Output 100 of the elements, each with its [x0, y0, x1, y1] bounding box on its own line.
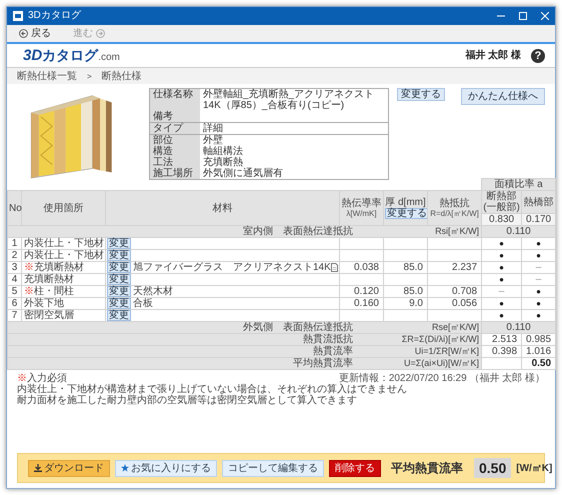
table-cell: 2.237 — [452, 262, 478, 273]
dot-mark: ● — [536, 311, 541, 320]
spec-label: 仕様名称 — [153, 89, 193, 100]
table-cell-text: 合板 — [133, 298, 154, 309]
column-header: 熱伝導率 — [341, 198, 382, 208]
column-header: 材料 — [212, 202, 234, 214]
dot-mark: ● — [499, 275, 504, 284]
row-number: 2 — [12, 250, 18, 261]
table-cell: 0.985 — [526, 334, 552, 345]
change-button[interactable]: 変更する — [385, 208, 429, 219]
column-header: 面積比率 a — [494, 179, 543, 190]
dot-mark: ● — [536, 251, 541, 260]
breadcrumb-current: 断熱仕様 — [102, 70, 142, 82]
help-button[interactable]: ? — [531, 48, 545, 62]
dot-mark: ● — [499, 299, 504, 308]
dot-mark: ● — [499, 251, 504, 260]
table-cell: 2.513 — [492, 334, 518, 345]
window-title: 3Dカタログ — [28, 10, 82, 22]
row-number: 7 — [12, 310, 18, 321]
row-label: 平均熱貫流率 — [293, 358, 354, 369]
dot-mark: ● — [536, 239, 541, 248]
result-label: 平均熱貫流率 — [391, 461, 463, 475]
close-icon[interactable] — [541, 12, 549, 20]
row-label: 外気側 表面熱伝達抵抗 — [243, 322, 354, 333]
dot-mark: ● — [536, 299, 541, 308]
table-cell: 0.708 — [452, 286, 478, 297]
table-cell: 85.0 — [404, 262, 423, 273]
formula-label: U=Σ(ai×Ui)[W/㎡K] — [402, 358, 480, 369]
table-cell: 0.110 — [506, 226, 531, 237]
spec-label: 工法 — [153, 157, 173, 168]
back-button[interactable]: 戻る — [19, 28, 51, 39]
copy-edit-button[interactable]: コピーして編集する — [222, 460, 324, 476]
change-button[interactable]: 変更 — [107, 298, 131, 309]
user-name: 福井 太郎 様 — [465, 50, 521, 61]
table-cell: 外装下地 — [24, 298, 64, 309]
change-button[interactable]: 変更する — [397, 88, 445, 101]
note-text: 内装仕上・下地材が構造材まで張り上げていない場合は、それぞれの算入はできません — [17, 384, 408, 395]
dash-mark: – — [536, 274, 542, 285]
spec-value: 外気側に通気層有 — [203, 168, 284, 179]
unit-label: λ[W/mK] — [345, 208, 378, 218]
change-button[interactable]: 変更 — [107, 250, 131, 261]
site-logo: 3Dカタログ.com — [23, 46, 120, 64]
spec-value: 軸組構法 — [203, 146, 244, 157]
change-button[interactable]: 変更 — [107, 262, 131, 273]
table-cell: 0.056 — [452, 298, 478, 309]
column-header: 熱橋部 — [523, 196, 554, 208]
unit-label: R=d/λ[㎡K/W] — [429, 208, 480, 218]
row-number: 4 — [12, 274, 18, 285]
change-button[interactable]: 変更 — [107, 286, 131, 297]
row-label: 熱貫流抵抗 — [303, 334, 354, 345]
table-cell: 密閉空気層 — [24, 310, 74, 321]
required-mark: ※ — [24, 262, 34, 273]
star-icon — [121, 464, 129, 472]
change-button[interactable]: 変更 — [107, 238, 131, 249]
column-header: 厚 d[mm] — [385, 197, 426, 208]
favorite-button[interactable]: お気に入りにする — [115, 460, 217, 476]
table-cell: 9.0 — [409, 298, 423, 309]
formula-label: Rsi[㎡K/W] — [434, 226, 480, 237]
delete-button[interactable]: 削除する — [329, 460, 381, 476]
update-info: 更新情報：2022/07/20 16:29 （福井 太郎 様） — [338, 373, 545, 384]
result-value: 0.50 — [474, 458, 512, 478]
simple-spec-button[interactable]: かんたん仕様へ — [461, 88, 545, 105]
spec-value: 外壁軸組_充填断熱_アクリアネクスト14K（厚85）_合板有り(コピー) — [203, 89, 376, 111]
table-cell: 0.50 — [532, 358, 552, 369]
formula-label: ΣR=Σ(Di/λi)[㎡K/W] — [400, 334, 480, 345]
table-cell: 0.160 — [354, 298, 379, 309]
maximize-icon[interactable] — [519, 12, 527, 20]
table-cell: 0.110 — [506, 322, 531, 333]
table-cell: 1.016 — [526, 346, 552, 357]
document-icon[interactable] — [331, 263, 338, 272]
table-cell: 柱・間柱 — [34, 286, 74, 297]
dash-mark: – — [498, 286, 504, 297]
dash-mark: – — [536, 262, 542, 273]
table-cell: 0.398 — [492, 346, 518, 357]
back-arrow-icon — [19, 29, 28, 38]
row-number: 6 — [12, 298, 18, 309]
required-mark: ※ — [24, 286, 34, 297]
download-button[interactable]: ダウンロード — [28, 460, 110, 476]
ratio-value: 0.170 — [526, 214, 552, 225]
dot-mark: ● — [499, 311, 504, 320]
breadcrumb-separator: > — [87, 70, 92, 82]
column-subheader: (一般部) — [483, 202, 520, 213]
column-header: 熱抵抗 — [438, 198, 471, 208]
row-label: 室内側 表面熱伝達抵抗 — [243, 226, 354, 237]
table-cell: 0.120 — [354, 286, 379, 297]
change-button[interactable]: 変更 — [107, 310, 131, 321]
breadcrumb-link[interactable]: 断熱仕様一覧 — [17, 70, 77, 82]
spec-label: 施工場所 — [153, 168, 193, 179]
table-cell: 内装仕上・下地材 — [24, 250, 104, 261]
column-header: 断熱部 — [486, 191, 517, 202]
table-cell: 0.038 — [354, 262, 379, 273]
dot-mark: ● — [499, 239, 504, 248]
change-button[interactable]: 変更 — [107, 274, 131, 285]
forward-arrow-icon — [96, 29, 105, 38]
row-label: 熱貫流率 — [313, 346, 354, 357]
formula-label: Rse[㎡K/W] — [431, 322, 480, 333]
row-number: 1 — [12, 238, 18, 249]
note-text: 耐力面材を施工した耐力壁内部の空気層等は密閉空気層として算入できます — [17, 395, 358, 406]
spec-label: 備考 — [153, 111, 173, 122]
dot-mark: ● — [536, 287, 541, 296]
